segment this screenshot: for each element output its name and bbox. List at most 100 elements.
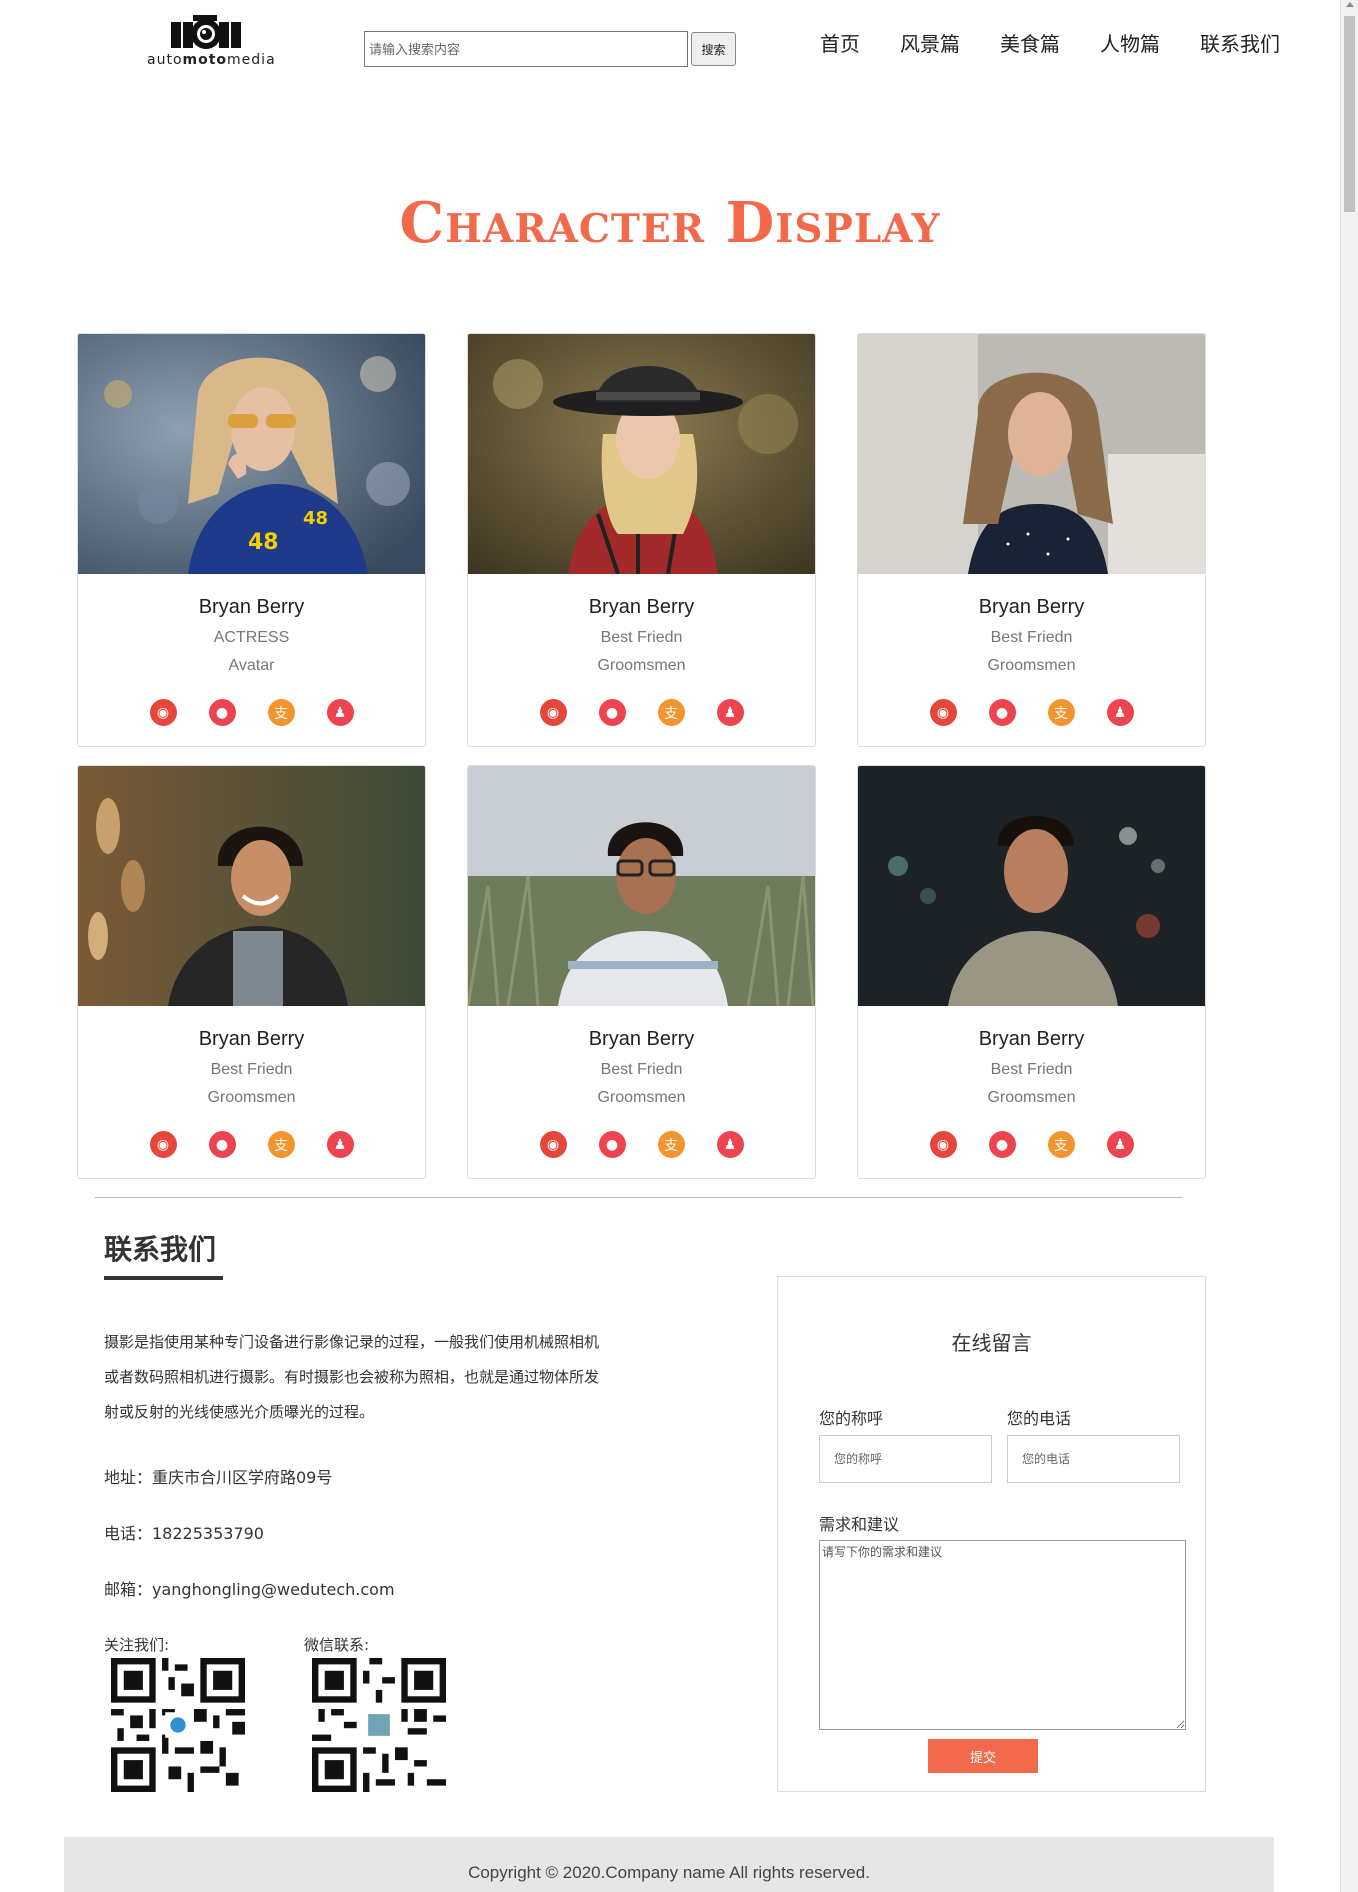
social-links: ◉ ● 支 ♟ bbox=[858, 1131, 1205, 1158]
character-card: Bryan Berry Best Friedn Groomsmen ◉ ● 支 … bbox=[857, 333, 1206, 747]
message-form: 在线留言 您的称呼 您的电话 需求和建议 提交 bbox=[777, 1276, 1206, 1792]
qq-icon[interactable]: ♟ bbox=[1106, 699, 1134, 726]
portrait-photo bbox=[78, 766, 425, 1006]
social-links: ◉ ● 支 ♟ bbox=[78, 1131, 425, 1158]
name-label: 您的称呼 bbox=[819, 1409, 884, 1428]
portrait-photo bbox=[858, 334, 1205, 574]
nav-people[interactable]: 人物篇 bbox=[1100, 28, 1160, 57]
character-card: 48 48 Bryan Berry ACTRESS Avatar ◉ ● 支 ♟ bbox=[77, 333, 426, 747]
card-tag: Groomsmen bbox=[207, 1089, 296, 1106]
card-name: Bryan Berry bbox=[978, 596, 1085, 618]
weibo-icon[interactable]: ◉ bbox=[929, 1131, 957, 1158]
site-footer: Copyright © 2020.Company name All rights… bbox=[64, 1837, 1274, 1892]
portrait-photo: 48 48 bbox=[78, 334, 425, 574]
card-role: Best Friedn bbox=[600, 629, 683, 646]
qq-icon[interactable]: ♟ bbox=[326, 1131, 354, 1158]
card-role: Best Friedn bbox=[990, 629, 1073, 646]
follow-qr-code bbox=[111, 1658, 245, 1792]
wechat-icon[interactable]: ● bbox=[208, 1131, 236, 1158]
contact-phone: 电话：18225353790 bbox=[104, 1524, 264, 1543]
search-button[interactable]: 搜索 bbox=[691, 32, 736, 66]
portrait-photo bbox=[468, 334, 815, 574]
nav-contact[interactable]: 联系我们 bbox=[1200, 28, 1280, 57]
social-links: ◉ ● 支 ♟ bbox=[468, 699, 815, 726]
main-nav: 首页 风景篇 美食篇 人物篇 联系我们 bbox=[780, 28, 1280, 57]
alipay-icon[interactable]: 支 bbox=[657, 699, 685, 726]
qq-icon[interactable]: ♟ bbox=[326, 699, 354, 726]
qq-icon[interactable]: ♟ bbox=[716, 699, 744, 726]
wechat-icon[interactable]: ● bbox=[988, 1131, 1016, 1158]
card-role: ACTRESS bbox=[213, 629, 290, 646]
social-links: ◉ ● 支 ♟ bbox=[78, 699, 425, 726]
portrait-photo bbox=[858, 766, 1205, 1006]
character-grid: 48 48 Bryan Berry ACTRESS Avatar ◉ ● 支 ♟ bbox=[77, 333, 1207, 1179]
page-scrollbar[interactable] bbox=[1340, 0, 1358, 1892]
alipay-icon[interactable]: 支 bbox=[267, 1131, 295, 1158]
phone-label: 您的电话 bbox=[1007, 1409, 1072, 1428]
submit-button[interactable]: 提交 bbox=[928, 1739, 1038, 1773]
title-underline bbox=[104, 1276, 223, 1280]
camera-logo-icon bbox=[171, 15, 241, 49]
contact-description: 摄影是指使用某种专门设备进行影像记录的过程，一般我们使用机械照相机或者数码照相机… bbox=[104, 1333, 600, 1421]
qq-icon[interactable]: ♟ bbox=[716, 1131, 744, 1158]
svg-text:48: 48 bbox=[248, 530, 279, 555]
message-label: 需求和建议 bbox=[819, 1515, 900, 1534]
social-links: ◉ ● 支 ♟ bbox=[858, 699, 1205, 726]
scrollbar-thumb[interactable] bbox=[1344, 16, 1355, 212]
contact-title: 联系我们 bbox=[104, 1233, 217, 1266]
follow-label: 关注我们: bbox=[104, 1636, 170, 1654]
qq-icon[interactable]: ♟ bbox=[1106, 1131, 1134, 1158]
nav-scenery[interactable]: 风景篇 bbox=[900, 28, 960, 57]
message-textarea[interactable] bbox=[819, 1540, 1186, 1730]
weibo-icon[interactable]: ◉ bbox=[149, 699, 177, 726]
alipay-icon[interactable]: 支 bbox=[1047, 1131, 1075, 1158]
wechat-icon[interactable]: ● bbox=[598, 1131, 626, 1158]
card-name: Bryan Berry bbox=[198, 596, 305, 618]
card-tag: Groomsmen bbox=[597, 657, 686, 674]
card-role: Best Friedn bbox=[600, 1061, 683, 1078]
wechat-icon[interactable]: ● bbox=[988, 699, 1016, 726]
section-divider bbox=[95, 1197, 1182, 1198]
site-header: automotomedia 搜索 首页 风景篇 美食篇 人物篇 联系我们 bbox=[0, 0, 1340, 90]
contact-email[interactable]: 邮箱：yanghongling@wedutech.com bbox=[104, 1576, 395, 1600]
character-card: Bryan Berry Best Friedn Groomsmen ◉ ● 支 … bbox=[467, 765, 816, 1179]
card-name: Bryan Berry bbox=[198, 1028, 305, 1050]
character-card: Bryan Berry Best Friedn Groomsmen ◉ ● 支 … bbox=[467, 333, 816, 747]
card-role: Best Friedn bbox=[210, 1061, 293, 1078]
nav-food[interactable]: 美食篇 bbox=[1000, 28, 1060, 57]
wechat-icon[interactable]: ● bbox=[208, 699, 236, 726]
wechat-label: 微信联系: bbox=[304, 1636, 370, 1654]
card-name: Bryan Berry bbox=[978, 1028, 1085, 1050]
weibo-icon[interactable]: ◉ bbox=[539, 699, 567, 726]
card-tag: Groomsmen bbox=[987, 1089, 1076, 1106]
weibo-icon[interactable]: ◉ bbox=[929, 699, 957, 726]
alipay-icon[interactable]: 支 bbox=[267, 699, 295, 726]
character-card: Bryan Berry Best Friedn Groomsmen ◉ ● 支 … bbox=[77, 765, 426, 1179]
card-name: Bryan Berry bbox=[588, 596, 695, 618]
wechat-icon[interactable]: ● bbox=[598, 699, 626, 726]
copyright-text: Copyright © 2020.Company name All rights… bbox=[468, 1863, 870, 1882]
name-input[interactable] bbox=[819, 1435, 992, 1483]
scroll-up-arrow-icon[interactable] bbox=[1346, 2, 1354, 7]
site-logo[interactable]: automotomedia bbox=[147, 14, 276, 76]
card-tag: Groomsmen bbox=[597, 1089, 686, 1106]
phone-input[interactable] bbox=[1007, 1435, 1180, 1483]
weibo-icon[interactable]: ◉ bbox=[149, 1131, 177, 1158]
portrait-photo bbox=[468, 766, 815, 1006]
wechat-qr-code bbox=[312, 1658, 446, 1792]
card-name: Bryan Berry bbox=[588, 1028, 695, 1050]
page-title: Character Display bbox=[399, 190, 941, 256]
form-title: 在线留言 bbox=[951, 1331, 1032, 1355]
svg-text:48: 48 bbox=[303, 508, 328, 529]
nav-home[interactable]: 首页 bbox=[820, 28, 860, 57]
card-tag: Groomsmen bbox=[987, 657, 1076, 674]
alipay-icon[interactable]: 支 bbox=[1047, 699, 1075, 726]
alipay-icon[interactable]: 支 bbox=[657, 1131, 685, 1158]
card-tag: Avatar bbox=[228, 657, 275, 674]
weibo-icon[interactable]: ◉ bbox=[539, 1131, 567, 1158]
character-card: Bryan Berry Best Friedn Groomsmen ◉ ● 支 … bbox=[857, 765, 1206, 1179]
logo-text: automotomedia bbox=[147, 52, 276, 68]
search-input[interactable] bbox=[364, 31, 688, 67]
social-links: ◉ ● 支 ♟ bbox=[468, 1131, 815, 1158]
card-role: Best Friedn bbox=[990, 1061, 1073, 1078]
